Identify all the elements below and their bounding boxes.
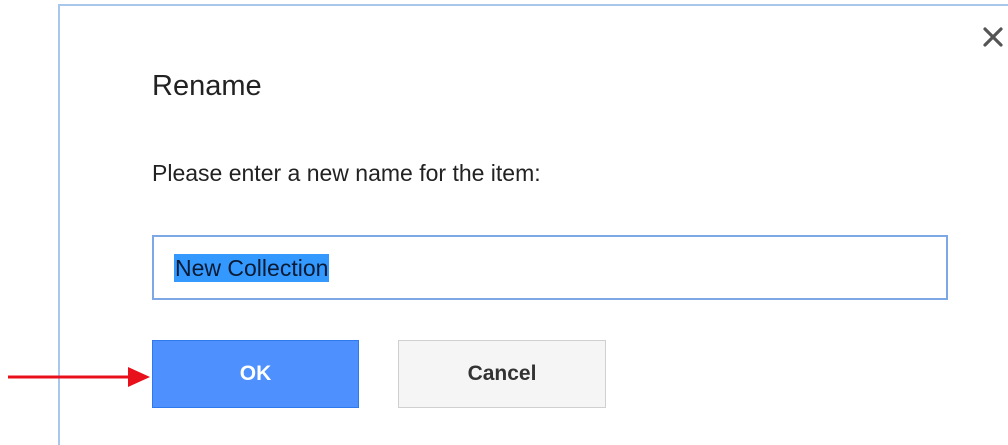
cancel-button[interactable]: Cancel bbox=[398, 340, 606, 408]
dialog-title: Rename bbox=[152, 70, 262, 102]
dialog-message: Please enter a new name for the item: bbox=[152, 160, 541, 186]
ok-button[interactable]: OK bbox=[152, 340, 359, 408]
close-icon bbox=[983, 27, 1003, 47]
name-input[interactable]: New Collection bbox=[152, 235, 948, 300]
close-button[interactable] bbox=[978, 20, 1008, 54]
screen: Rename Please enter a new name for the i… bbox=[0, 0, 1008, 445]
red-arrow-icon bbox=[8, 367, 150, 387]
name-input-value: New Collection bbox=[174, 253, 330, 282]
rename-dialog: Rename Please enter a new name for the i… bbox=[58, 4, 1008, 445]
